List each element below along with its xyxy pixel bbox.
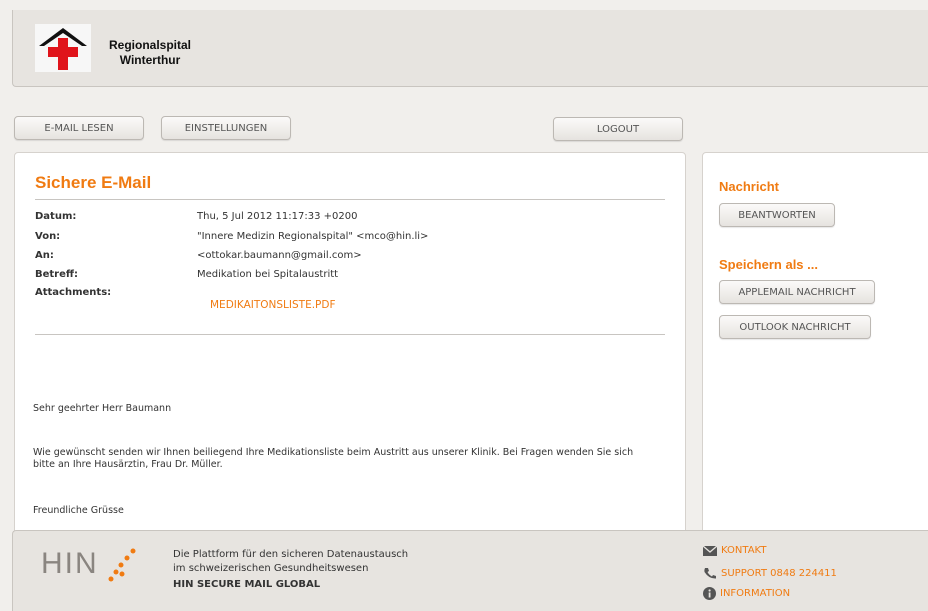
from-value: "Innere Medizin Regionalspital" <mco@hin…: [197, 231, 429, 242]
envelope-icon: [703, 545, 717, 556]
footer: HIN Die Plattform für den sicheren Daten…: [12, 530, 928, 611]
support-label: SUPPORT 0848 224411: [721, 567, 837, 579]
hospital-name: Regionalspital Winterthur: [95, 38, 205, 68]
email-body-line2: bitte an Ihre Hausärztin, Frau Dr. Mülle…: [33, 459, 223, 470]
hin-logo: HIN: [41, 543, 141, 599]
hospital-logo-icon: [39, 28, 87, 70]
email-panel: Sichere E-Mail Datum: Thu, 5 Jul 2012 11…: [14, 152, 686, 544]
subject-value: Medikation bei Spitalaustritt: [197, 269, 339, 280]
hospital-logo: [35, 24, 91, 72]
footer-tagline-line2: im schweizerischen Gesundheitswesen: [173, 563, 369, 574]
info-icon: [703, 587, 716, 600]
save-as-heading: Speichern als ...: [719, 257, 818, 272]
email-closing: Freundliche Grüsse: [33, 505, 124, 516]
phone-icon: [704, 568, 716, 579]
header: Regionalspital Winterthur: [12, 10, 928, 87]
email-body-line1: Wie gewünscht senden wir Ihnen beiliegen…: [33, 447, 634, 458]
attachments-label: Attachments:: [35, 287, 112, 298]
information-label: INFORMATION: [720, 588, 791, 599]
contact-link[interactable]: KONTAKT: [703, 545, 766, 556]
settings-button[interactable]: EINSTELLUNGEN: [161, 116, 291, 140]
hospital-name-line2: Winterthur: [119, 53, 181, 67]
to-value: <ottokar.baumann@gmail.com>: [197, 250, 362, 261]
information-link[interactable]: INFORMATION: [703, 587, 790, 600]
date-label: Datum:: [35, 211, 77, 222]
attachment-link[interactable]: MEDIKAITONSLISTE.PDF: [210, 299, 336, 311]
footer-product-name: HIN SECURE MAIL GLOBAL: [173, 579, 321, 590]
hin-brand: HIN: [41, 547, 99, 580]
contact-label: KONTAKT: [721, 545, 767, 556]
message-heading: Nachricht: [719, 179, 779, 194]
hospital-name-line1: Regionalspital: [108, 38, 191, 52]
read-email-button[interactable]: E-MAIL LESEN: [14, 116, 144, 140]
hin-logo-dots-icon: [108, 548, 136, 582]
support-link[interactable]: SUPPORT 0848 224411: [703, 567, 837, 579]
from-label: Von:: [35, 231, 61, 242]
save-outlook-button[interactable]: OUTLOOK NACHRICHT: [719, 315, 871, 339]
logout-button[interactable]: LOGOUT: [553, 117, 683, 141]
actions-sidebar: Nachricht BEANTWORTEN Speichern als ... …: [702, 152, 928, 544]
divider: [35, 334, 665, 335]
footer-tagline-line1: Die Plattform für den sicheren Datenaust…: [173, 549, 409, 560]
page-title: Sichere E-Mail: [35, 173, 152, 192]
email-salutation: Sehr geehrter Herr Baumann: [33, 403, 172, 414]
save-applemail-button[interactable]: APPLEMAIL NACHRICHT: [719, 280, 875, 304]
subject-label: Betreff:: [35, 269, 78, 280]
divider: [35, 199, 665, 200]
reply-button[interactable]: BEANTWORTEN: [719, 203, 835, 227]
date-value: Thu, 5 Jul 2012 11:17:33 +0200: [197, 211, 358, 222]
to-label: An:: [35, 250, 54, 261]
